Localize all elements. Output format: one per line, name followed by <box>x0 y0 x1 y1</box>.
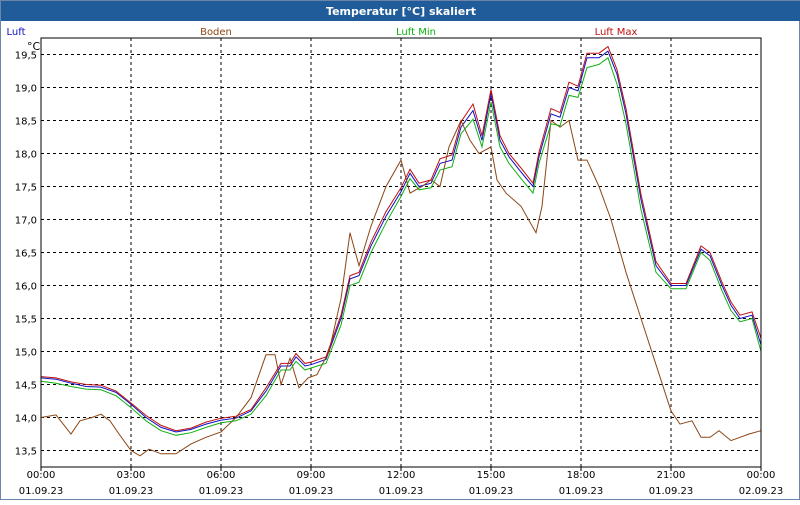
y-tick-label: 14,0 <box>15 414 37 425</box>
x-tick-time: 00:00 <box>27 470 56 481</box>
y-tick-label: 16,0 <box>15 282 37 293</box>
x-tick-time: 12:00 <box>387 470 416 481</box>
y-tick-label: 16,5 <box>15 249 37 260</box>
y-tick-label: 18,5 <box>15 117 37 128</box>
y-tick-label: 17,5 <box>15 183 37 194</box>
x-tick-time: 09:00 <box>297 470 326 481</box>
y-tick-label: 13,5 <box>15 447 37 458</box>
x-tick-date: 01.09.23 <box>379 486 424 497</box>
temperature-chart: Temperatur [°C] skaliert Luft Boden Luft M… <box>0 0 800 500</box>
x-tick-date: 01.09.23 <box>469 486 514 497</box>
chart-svg: Temperatur [°C] skaliert Luft Boden Luft M… <box>1 1 800 497</box>
y-tick-label: 19,5 <box>15 51 37 62</box>
x-tick-time: 06:00 <box>207 470 236 481</box>
legend-item: Luft <box>7 27 26 38</box>
y-tick-labels: 13,5 14,0 14,5 15,0 15,5 16,0 16,5 17,0 17,5 18,0… <box>15 51 37 458</box>
x-tick-date: 01.09.23 <box>559 486 604 497</box>
legend-item: Luft Min <box>396 27 436 38</box>
y-tick-label: 17,0 <box>15 216 37 227</box>
y-tick-label: 15,5 <box>15 315 37 326</box>
x-tick-time: 00:00 <box>747 470 776 481</box>
x-tick-time: 21:00 <box>657 470 686 481</box>
legend: Luft Boden Luft Min Luft Max <box>7 27 638 38</box>
x-tick-date: 02.09.23 <box>739 486 784 497</box>
chart-title: Temperatur [°C] skaliert <box>326 5 476 18</box>
y-tick-label: 15,0 <box>15 348 37 359</box>
y-tick-label: 14,5 <box>15 381 37 392</box>
x-tick-date: 01.09.23 <box>199 486 244 497</box>
legend-item: Luft Max <box>595 27 638 38</box>
legend-item: Boden <box>200 27 232 38</box>
x-tick-date: 01.09.23 <box>289 486 334 497</box>
x-tick-time: 15:00 <box>477 470 506 481</box>
y-tick-label: 19,0 <box>15 84 37 95</box>
x-tick-date: 01.09.23 <box>19 486 64 497</box>
x-tick-labels: 00:00 01.09.23 03:00 01.09.23 06:00 01.09.23 0… <box>19 467 784 497</box>
x-tick-time: 03:00 <box>117 470 146 481</box>
x-tick-date: 01.09.23 <box>109 486 154 497</box>
y-tick-label: 18,0 <box>15 150 37 161</box>
x-tick-date: 01.09.23 <box>649 486 694 497</box>
x-tick-time: 18:00 <box>567 470 596 481</box>
